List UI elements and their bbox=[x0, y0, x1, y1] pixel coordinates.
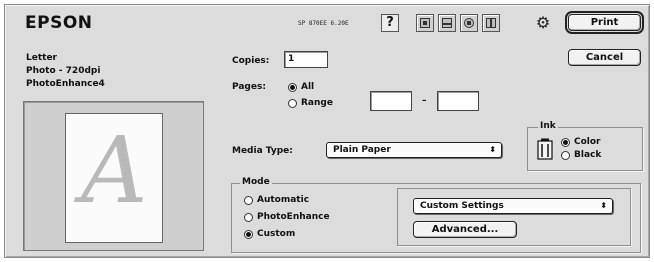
mode-photoenhance-radio[interactable] bbox=[244, 213, 253, 222]
copies-label: Copies: bbox=[232, 56, 270, 66]
enhance-summary: PhotoEnhance4 bbox=[26, 79, 105, 89]
custom-settings-value: Custom Settings bbox=[420, 201, 504, 211]
mode-custom-label: Custom bbox=[257, 229, 296, 239]
popup-arrow-icon: ⬍ bbox=[600, 201, 607, 210]
mode-title: Mode bbox=[240, 177, 272, 187]
utility-icon[interactable] bbox=[460, 14, 478, 32]
ink-color-radio[interactable] bbox=[561, 138, 570, 147]
pages-range-label: Range bbox=[301, 98, 333, 108]
help-button[interactable]: ? bbox=[381, 14, 399, 32]
print-dialog: EPSON SP 870EE 6.20E ? ⚙ Print Cancel Le… bbox=[4, 4, 650, 258]
mode-custom-radio[interactable] bbox=[244, 230, 253, 239]
popup-arrow-icon: ⬍ bbox=[489, 145, 496, 154]
ink-black-radio[interactable] bbox=[561, 151, 570, 160]
ink-cartridge-icon bbox=[537, 138, 553, 160]
mode-automatic-radio[interactable] bbox=[244, 196, 253, 205]
pages-label: Pages: bbox=[232, 82, 266, 92]
range-from-input[interactable] bbox=[370, 91, 412, 111]
driver-version: SP 870EE 6.20E bbox=[298, 20, 349, 27]
print-preview-icon[interactable] bbox=[416, 14, 434, 32]
ink-black-label: Black bbox=[574, 150, 602, 160]
media-type-popup[interactable]: Plain Paper ⬍ bbox=[326, 142, 502, 158]
pages-all-label: All bbox=[301, 82, 315, 92]
mode-photoenhance-label: PhotoEnhance bbox=[257, 212, 330, 222]
range-separator: – bbox=[422, 96, 427, 106]
status-monitor-icon[interactable] bbox=[482, 14, 500, 32]
mode-automatic-label: Automatic bbox=[257, 195, 310, 205]
pages-all-radio[interactable] bbox=[288, 83, 297, 92]
preview-letter: A bbox=[81, 117, 148, 224]
range-to-input[interactable] bbox=[437, 91, 479, 111]
advanced-button[interactable]: Advanced... bbox=[413, 221, 517, 238]
print-button[interactable]: Print bbox=[565, 11, 644, 34]
quality-summary: Photo - 720dpi bbox=[26, 66, 101, 76]
media-type-label: Media Type: bbox=[232, 146, 293, 156]
ink-title: Ink bbox=[538, 121, 558, 131]
custom-settings-popup[interactable]: Custom Settings ⬍ bbox=[413, 198, 613, 214]
paper-size-summary: Letter bbox=[26, 53, 57, 63]
ink-color-label: Color bbox=[574, 137, 601, 147]
layout-icon[interactable] bbox=[438, 14, 456, 32]
brand-logo: EPSON bbox=[25, 13, 93, 33]
cancel-button[interactable]: Cancel bbox=[568, 49, 641, 66]
media-type-value: Plain Paper bbox=[333, 145, 391, 155]
pages-range-radio[interactable] bbox=[288, 99, 297, 108]
gear-icon[interactable]: ⚙ bbox=[533, 13, 553, 33]
copies-input[interactable]: 1 bbox=[284, 51, 328, 68]
